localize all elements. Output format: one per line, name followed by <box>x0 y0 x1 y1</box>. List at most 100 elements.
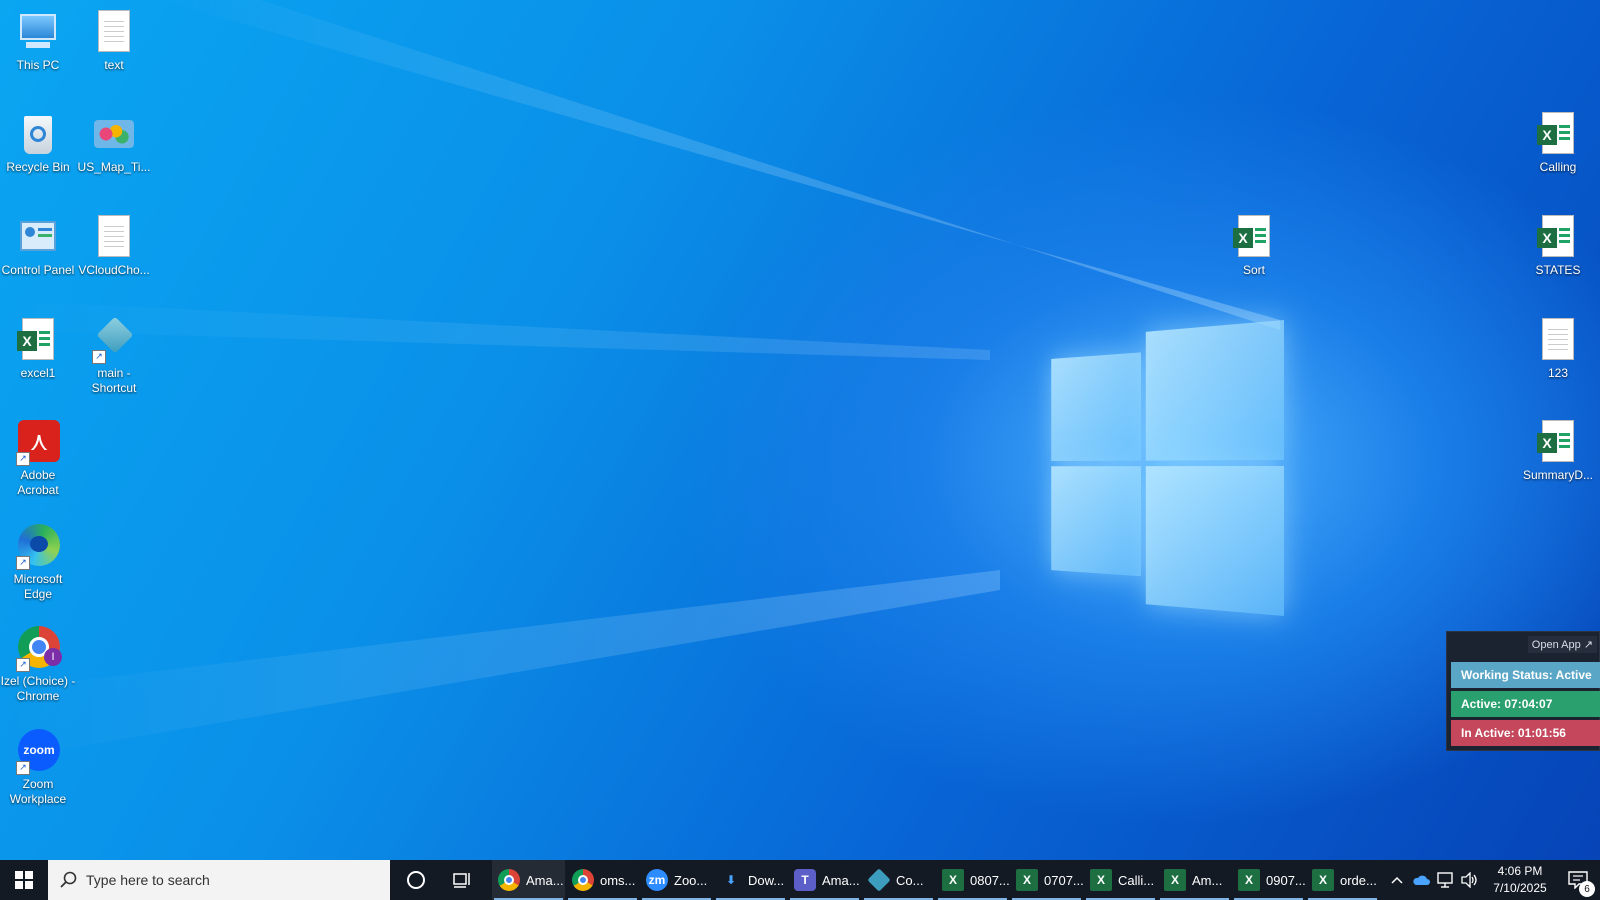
desktop-icon-label: Izel (Choice) - Chrome <box>0 674 76 703</box>
desktop-icon-label: US_Map_Ti... <box>77 160 151 174</box>
excel-icon: X <box>1090 869 1112 891</box>
task-label: orde... <box>1340 872 1377 888</box>
system-tray <box>1385 860 1481 900</box>
excel-letter: X <box>1537 228 1557 248</box>
desktop-icon-recycle-bin[interactable]: Recycle Bin <box>0 110 76 175</box>
shortcut-arrow-icon: ↗ <box>16 556 30 570</box>
zoom-icon: zoom ↗ <box>14 727 62 775</box>
taskbar: Type here to search Ama... oms... zm Zoo… <box>0 860 1600 900</box>
taskbar-app-co[interactable]: Co... <box>862 860 935 900</box>
taskbar-app-chrome-2[interactable]: oms... <box>566 860 639 900</box>
desktop-icon-label: VCloudCho... <box>78 263 150 277</box>
work-status-widget: Open App ↗ Working Status: Active Active… <box>1446 631 1600 751</box>
desktop-icon-label: SummaryD... <box>1522 468 1593 482</box>
desktop-icon-label: 123 <box>1547 366 1569 380</box>
task-view-button[interactable] <box>441 860 485 900</box>
search-icon <box>60 871 77 888</box>
excel-icon: X <box>942 869 964 891</box>
chrome-icon <box>572 869 594 891</box>
desktop-icon-label: This PC <box>16 58 60 72</box>
taskbar-app-excel-0807[interactable]: X 0807... <box>936 860 1009 900</box>
desktop-icon-chrome-profile[interactable]: I ↗ Izel (Choice) - Chrome <box>0 624 76 704</box>
taskbar-clock[interactable]: 4:06 PM 7/10/2025 <box>1480 860 1560 900</box>
computer-icon <box>14 8 62 56</box>
excel-icon: X <box>1164 869 1186 891</box>
task-label: oms... <box>600 872 636 888</box>
desktop-icon-summary[interactable]: X SummaryD... <box>1520 418 1596 483</box>
taskbar-app-excel-0707[interactable]: X 0707... <box>1010 860 1083 900</box>
onedrive-cloud-icon[interactable] <box>1409 860 1433 900</box>
desktop-icon-calling[interactable]: X Calling <box>1520 110 1596 175</box>
image-file-icon <box>90 110 138 158</box>
desktop-icon-label: STATES <box>1535 263 1581 277</box>
working-status-row: Working Status: Active <box>1451 662 1600 688</box>
taskbar-app-excel-am[interactable]: X Am... <box>1158 860 1231 900</box>
windows-start-icon <box>15 871 33 889</box>
desktop-icon-microsoft-edge[interactable]: ↗ Microsoft Edge <box>0 522 76 602</box>
notification-count-badge: 6 <box>1579 881 1595 897</box>
shortcut-arrow-icon: ↗ <box>16 658 30 672</box>
desktop-icon-label: Control Panel <box>1 263 75 277</box>
desktop-icon-sort[interactable]: X Sort <box>1216 213 1292 278</box>
action-center-button[interactable]: 6 <box>1560 860 1596 900</box>
task-label: Zoo... <box>674 872 708 888</box>
desktop-icon-zoom-workplace[interactable]: zoom ↗ Zoom Workplace <box>0 727 76 807</box>
desktop-icon-label: Sort <box>1242 263 1265 277</box>
download-icon: ⬇ <box>725 873 737 887</box>
desktop-icon-label: text <box>104 58 124 72</box>
excel-icon: X <box>1016 869 1038 891</box>
task-label: 0707... <box>1044 872 1083 888</box>
desktop-icon-label: main - Shortcut <box>91 366 137 395</box>
desktop-icon-label: Recycle Bin <box>6 160 70 174</box>
task-view-icon <box>453 873 470 888</box>
search-placeholder: Type here to search <box>86 872 210 888</box>
desktop-icon-vcloud[interactable]: VCloudCho... <box>76 213 152 278</box>
desktop-icon-main-shortcut[interactable]: ↗ main - Shortcut <box>76 316 152 396</box>
desktop-icon-123[interactable]: 123 <box>1520 316 1596 381</box>
show-hidden-icons-chevron-icon[interactable] <box>1385 860 1409 900</box>
open-app-button[interactable]: Open App ↗ <box>1527 636 1597 653</box>
network-icon[interactable] <box>1433 860 1457 900</box>
desktop-icon-adobe-acrobat[interactable]: ⋏ ↗ Adobe Acrobat <box>0 418 76 498</box>
shortcut-arrow-icon: ↗ <box>16 452 30 466</box>
excel-file-icon: X <box>1534 418 1582 466</box>
excel-file-icon: X <box>1230 213 1278 261</box>
app-shortcut-icon: ↗ <box>90 316 138 364</box>
app-icon <box>867 868 891 892</box>
taskbar-app-excel-orders[interactable]: X orde... <box>1306 860 1379 900</box>
taskbar-search-box[interactable]: Type here to search <box>48 860 390 900</box>
desktop-icon-label: Calling <box>1539 160 1577 174</box>
cortana-button[interactable] <box>394 860 438 900</box>
desktop-icon-text[interactable]: text <box>76 8 152 73</box>
desktop-icon-label: excel1 <box>20 366 56 380</box>
task-label: 0907... <box>1266 872 1305 888</box>
control-panel-icon <box>14 213 62 261</box>
clock-date: 7/10/2025 <box>1493 881 1547 895</box>
taskbar-app-chrome-1[interactable]: Ama... <box>492 860 565 900</box>
desktop-icon-excel1[interactable]: X excel1 <box>0 316 76 381</box>
taskbar-app-excel-calling[interactable]: X Calli... <box>1084 860 1157 900</box>
desktop-icon-label: Adobe Acrobat <box>17 468 59 497</box>
windows-logo-wallpaper <box>1051 320 1284 616</box>
desktop-icon-us-map[interactable]: US_Map_Ti... <box>76 110 152 175</box>
excel-file-icon: X <box>1534 110 1582 158</box>
task-label: Co... <box>896 872 924 888</box>
task-label: Am... <box>1192 872 1223 888</box>
taskbar-app-zoom[interactable]: zm Zoo... <box>640 860 713 900</box>
start-button[interactable] <box>0 860 48 900</box>
recycle-bin-icon <box>14 110 62 158</box>
cortana-circle-icon <box>407 871 425 889</box>
desktop-icon-states[interactable]: X STATES <box>1520 213 1596 278</box>
excel-file-icon: X <box>1534 213 1582 261</box>
desktop-icon-this-pc[interactable]: This PC <box>0 8 76 73</box>
taskbar-app-downloads[interactable]: ⬇ Dow... <box>714 860 787 900</box>
taskbar-app-excel-0907[interactable]: X 0907... <box>1232 860 1305 900</box>
taskbar-app-teams[interactable]: T Ama... <box>788 860 861 900</box>
desktop-icon-label: Zoom Workplace <box>9 777 67 806</box>
task-label: Ama... <box>822 872 860 888</box>
desktop-icon-control-panel[interactable]: Control Panel <box>0 213 76 278</box>
excel-file-icon: X <box>14 316 62 364</box>
adobe-acrobat-icon: ⋏ ↗ <box>14 418 62 466</box>
text-file-icon <box>90 8 138 56</box>
volume-icon[interactable] <box>1457 860 1481 900</box>
